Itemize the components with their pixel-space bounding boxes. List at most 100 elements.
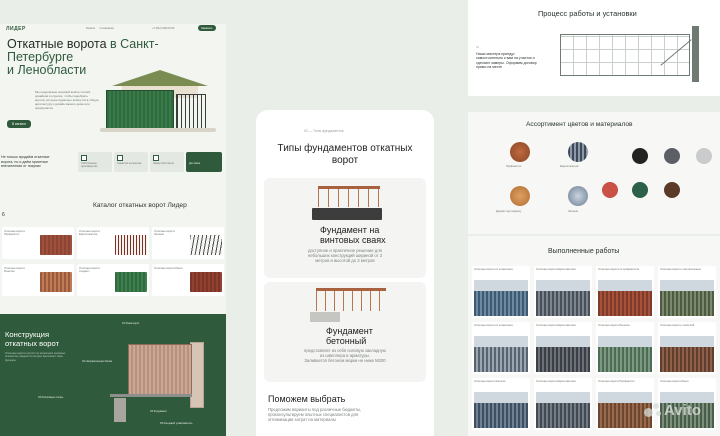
- work-photo: [660, 280, 714, 316]
- work-photo: [536, 336, 590, 372]
- catalog-item[interactable]: Откатные ворота Сэндвич: [77, 264, 149, 296]
- color-swatch[interactable]: [632, 182, 648, 198]
- check-icon: [117, 155, 123, 161]
- nav-item[interactable]: Каталог: [86, 27, 95, 30]
- assortment-panel: Ассортимент цветов и материалов Профнаст…: [468, 112, 720, 234]
- breadcrumb: 02 — Типы фундаментов: [304, 129, 344, 133]
- construction-section: Конструкция откатных ворот Откатные воро…: [0, 314, 226, 436]
- process-text-line: сделают замеры. Оформим договор: [476, 60, 537, 65]
- hero-title-main: Откатные ворота: [7, 37, 107, 51]
- foundations-title-line-1: Типы фундаментов откатных: [277, 143, 413, 154]
- work-card[interactable]: Откатные ворота Евроштакетник: [534, 378, 592, 430]
- work-card[interactable]: Откатные ворота Решетка: [596, 322, 654, 374]
- hero-title-region: и Ленобласти: [7, 63, 87, 77]
- process-text-line: Наши мастера приедут: [476, 52, 515, 56]
- color-swatch[interactable]: [696, 148, 712, 164]
- catalog-item-image: [190, 235, 222, 255]
- catalog-item[interactable]: Откатные ворота Жалюзи: [152, 227, 224, 259]
- catalog-item-label: Откатные ворота Евроштакетник: [79, 230, 100, 237]
- work-caption: Откатные ворота Жалюзи: [474, 380, 506, 383]
- benefit-label: Собственное производство: [81, 162, 98, 169]
- catalog-item[interactable]: Откатные ворота Евроштакетник: [77, 227, 149, 259]
- gate-foundation: [114, 398, 126, 422]
- color-swatch[interactable]: [602, 182, 618, 198]
- process-title: Процесс работы и установки: [538, 9, 637, 18]
- catalog-item[interactable]: Откатные ворота Ранчо: [152, 264, 224, 296]
- nav-item[interactable]: О компании: [99, 27, 113, 30]
- check-icon: [153, 155, 159, 161]
- material-item[interactable]: Дерево под покраску: [492, 184, 548, 228]
- house-roof: [112, 70, 208, 86]
- gate-pillar: [190, 342, 204, 408]
- work-photo: [598, 280, 652, 316]
- work-card[interactable]: Откатные ворота из штакетника: [472, 266, 530, 318]
- works-title: Выполненные работы: [548, 248, 620, 255]
- process-text-line: самостоятельно к вам на участок и: [476, 56, 535, 61]
- work-caption: Откатные ворота из штакетника: [474, 268, 513, 271]
- work-caption: Откатные ворота Решетка: [598, 324, 630, 327]
- ground: [100, 128, 216, 132]
- foundations-title-line-2: ворот: [331, 155, 359, 166]
- catalog-item-image: [40, 235, 72, 255]
- catalog-item[interactable]: Откатные ворота Профнастил: [2, 227, 74, 259]
- work-photo: [474, 392, 528, 428]
- construction-label: 05 Концевой улавливатель: [160, 422, 193, 425]
- construction-title-line-2: откатных ворот: [5, 339, 60, 348]
- foundation-card-title: Фундамент бетонный: [326, 326, 373, 346]
- catalog-item-image: [115, 235, 147, 255]
- benefit-card: Гарантия на монтаж: [114, 152, 148, 172]
- catalog-item-label: Откатные ворота Решётка: [4, 267, 25, 274]
- process-text: Наши мастера приедут самостоятельно к ва…: [476, 52, 537, 70]
- foundation-title-line-1: Фундамент: [326, 326, 373, 336]
- work-card[interactable]: Откатные ворота из штакетника: [472, 322, 530, 374]
- catalog-item-label: Откатные ворота Жалюзи: [154, 230, 175, 237]
- color-swatch[interactable]: [664, 148, 680, 164]
- concrete-base: [310, 312, 340, 322]
- gate-leaf: [128, 344, 192, 396]
- work-card[interactable]: Откатные ворота с калиткой: [658, 322, 716, 374]
- material-label: Евроштакетник: [560, 165, 579, 168]
- material-item[interactable]: Профнастил: [492, 138, 548, 182]
- material-item[interactable]: Евроштакетник: [550, 138, 606, 182]
- ground-block: [312, 208, 382, 220]
- foundation-title-line-2: бетонный: [326, 336, 367, 346]
- catalog-title: Каталог откатных ворот Лидер: [93, 202, 187, 209]
- material-swatch: [510, 186, 530, 206]
- logo[interactable]: ЛИДЕР: [6, 26, 26, 32]
- catalog-item-image: [115, 272, 147, 292]
- gate-beam: [110, 394, 192, 397]
- work-card[interactable]: Откатные ворота Евроштакетник: [534, 266, 592, 318]
- work-caption: Откатные ворота с вертикальным: [660, 268, 701, 271]
- work-photo: [660, 336, 714, 372]
- work-photo: [474, 280, 528, 316]
- header-phone[interactable]: +7 (812) 000-00-00: [152, 27, 174, 30]
- work-card[interactable]: Откатные ворота Жалюзи: [472, 378, 530, 430]
- hero-catalog-button[interactable]: В каталог: [7, 120, 32, 128]
- work-caption: Откатные ворота Ранчо: [660, 380, 689, 383]
- color-swatch[interactable]: [664, 182, 680, 198]
- material-item[interactable]: Жалюзи: [550, 184, 606, 228]
- work-caption: Откатные ворота из профнастила: [598, 268, 639, 271]
- material-label: Жалюзи: [568, 210, 578, 213]
- foundations-title: Типы фундаментов откатных ворот: [256, 143, 434, 167]
- work-card[interactable]: Откатные ворота из профнастила: [596, 266, 654, 318]
- foundation-card-concrete[interactable]: Фундамент бетонный представляет из себя …: [264, 282, 426, 382]
- color-swatch[interactable]: [632, 148, 648, 164]
- gate-wicket: [176, 94, 206, 130]
- benefit-card: Замер бесплатно: [150, 152, 184, 172]
- process-gate-sketch: [560, 24, 710, 84]
- assortment-title: Ассортимент цветов и материалов: [526, 121, 633, 128]
- catalog-item[interactable]: Откатные ворота Решётка: [2, 264, 74, 296]
- work-caption: Откатные ворота Евроштакетник: [536, 380, 576, 383]
- help-text-line: оптимизации затрат на материалы: [268, 417, 336, 422]
- construction-label: 04 Фундамент: [150, 410, 168, 413]
- work-caption: Откатные ворота из штакетника: [474, 324, 513, 327]
- work-card[interactable]: Откатные ворота Евроштакетник: [534, 322, 592, 374]
- header-order-button[interactable]: Заказать: [198, 25, 216, 31]
- foundation-card-screw-piles[interactable]: Фундамент на винтовых сваях доступное и …: [264, 178, 426, 278]
- work-card[interactable]: Откатные ворота с вертикальным: [658, 266, 716, 318]
- foundation-text-line: Заливается бетоном марки не ниже М200: [304, 358, 386, 363]
- work-caption: Откатные ворота Профнастил: [598, 380, 635, 383]
- construction-title: Конструкция откатных ворот: [5, 330, 59, 348]
- catalog-item-image: [40, 272, 72, 292]
